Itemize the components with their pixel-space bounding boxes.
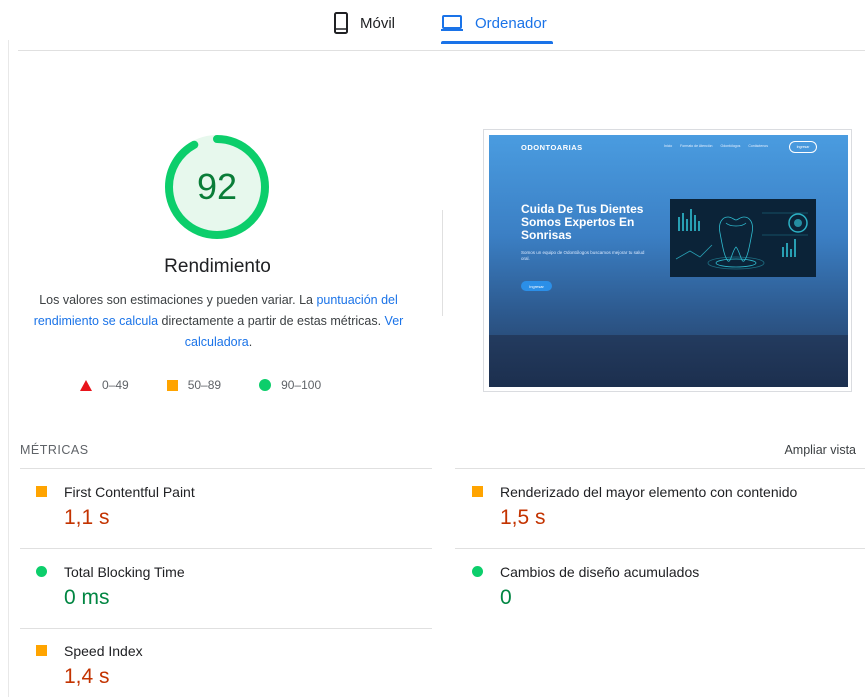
desc-text-1: Los valores son estimaciones y pueden va…: [39, 293, 317, 307]
legend-fail-range: 0–49: [102, 378, 129, 392]
circle-icon: [259, 379, 272, 391]
metrics-divider: [455, 548, 865, 549]
site-hero-title: Cuida De Tus Dientes Somos Expertos En S…: [521, 202, 644, 242]
tab-mobile[interactable]: Móvil: [334, 0, 395, 46]
metric-name: First Contentful Paint: [64, 484, 195, 500]
left-border: [8, 40, 9, 697]
smartphone-icon: [334, 12, 348, 34]
metrics-divider: [20, 468, 432, 469]
expand-view-toggle[interactable]: Ampliar vista: [784, 443, 856, 457]
device-tabs: Móvil Ordenador: [0, 0, 865, 50]
site-nav-item: Contáctenos: [748, 144, 768, 148]
site-nav-item: Formato de Atención: [680, 144, 713, 148]
score-legend: 0–49 50–89 90–100: [80, 378, 359, 392]
site-hero-image: [670, 199, 816, 277]
legend-pass-range: 90–100: [281, 378, 322, 392]
legend-fail: 0–49: [80, 378, 129, 392]
metric-value: 0: [500, 586, 512, 609]
metric-name: Renderizado del mayor elemento con conte…: [500, 484, 798, 500]
metrics-divider: [20, 548, 432, 549]
screenshot-content: ODONTOARIAS Inicio Formato de Atención O…: [489, 135, 848, 387]
tabs-divider: [18, 50, 865, 51]
page-screenshot: ODONTOARIAS Inicio Formato de Atención O…: [483, 129, 852, 392]
performance-title: Rendimiento: [164, 256, 271, 277]
metric-name: Total Blocking Time: [64, 564, 185, 580]
site-nav-item: Odontólogos: [720, 144, 741, 148]
metric-name: Cambios de diseño acumulados: [500, 564, 700, 580]
tab-mobile-label: Móvil: [360, 14, 396, 32]
legend-average-range: 50–89: [187, 378, 222, 392]
average-square-icon: [36, 645, 47, 656]
tab-desktop[interactable]: Ordenador: [441, 0, 547, 46]
site-nav-item: Inicio: [664, 144, 673, 148]
dental-hologram-illustration: [670, 199, 816, 277]
pass-circle-icon: [472, 566, 483, 577]
metric-value: 1,4 s: [64, 665, 110, 688]
vertical-divider: [442, 210, 443, 316]
metric-value: 1,5 s: [500, 506, 546, 529]
tab-desktop-label: Ordenador: [475, 14, 547, 32]
average-square-icon: [36, 486, 47, 497]
triangle-icon: [80, 379, 92, 391]
desc-text-3: .: [248, 335, 253, 349]
active-tab-indicator: [441, 41, 553, 44]
desc-text-2: directamente a partir de estas métricas.: [158, 314, 385, 328]
site-hero-button: Ingresar: [521, 281, 552, 291]
pass-circle-icon: [36, 566, 47, 577]
screenshot-footer-band: [489, 335, 848, 387]
site-login-button: Ingresar: [789, 141, 817, 153]
square-icon: [166, 379, 178, 391]
metric-value: 1,1 s: [64, 506, 110, 529]
legend-average: 50–89: [166, 378, 222, 392]
legend-pass: 90–100: [259, 378, 321, 392]
metric-value: 0 ms: [64, 586, 110, 609]
performance-score: 92: [196, 166, 238, 207]
site-nav: Inicio Formato de Atención Odontólogos C…: [664, 144, 768, 148]
average-square-icon: [472, 486, 483, 497]
metrics-heading: MÉTRICAS: [20, 443, 89, 457]
metrics-divider: [20, 628, 432, 629]
metric-name: Speed Index: [64, 643, 143, 659]
performance-description: Los valores son estimaciones y pueden va…: [20, 290, 417, 353]
metrics-divider: [455, 468, 865, 469]
site-logo: ODONTOARIAS: [521, 143, 583, 152]
site-hero-subtitle: Somos un equipo de Odontólogos buscamos …: [521, 250, 645, 261]
laptop-icon: [441, 15, 463, 31]
